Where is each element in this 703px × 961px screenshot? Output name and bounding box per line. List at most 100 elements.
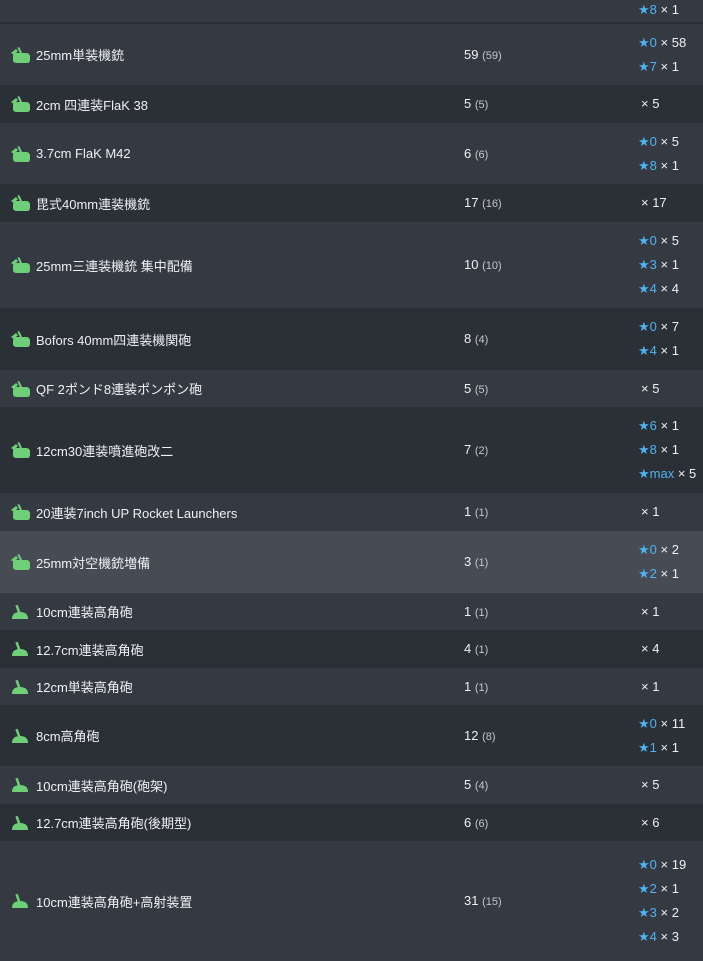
equipment-count: 6 (6) [464,146,488,161]
table-row[interactable]: 12cm単装高角砲 1 (1) × 1 [0,668,703,705]
equipment-count: 10 (10) [464,257,502,272]
improvement-line: ★0 × 19 [638,853,703,877]
table-row[interactable]: 12cm30連装噴進砲改二 7 (2) ★6 × 1 ★8 × 1 ★max × 5 [0,407,703,493]
table-row[interactable]: 8cm高角砲 12 (8) ★0 × 11 ★1 × 1 [0,705,703,766]
improvement-breakdown: ★0 × 58 ★7 × 1 [638,31,703,79]
equipment-count: 5 (4) [464,777,488,792]
star-level: ★0 [638,233,657,248]
table-row[interactable]: 20連装7inch UP Rocket Launchers 1 (1) × 1 [0,493,703,531]
table-row[interactable]: 25mm対空機銃増備 3 (1) ★0 × 2 ★2 × 1 [0,531,703,593]
improvement-line: × 5 [638,775,703,795]
star-quantity: × 5 [660,233,679,248]
improvement-breakdown: × 5 [638,379,703,399]
table-row[interactable]: 3.7cm FlaK M42 6 (6) ★0 × 5 ★8 × 1 [0,123,703,184]
improvement-line: ★3 × 1 [638,253,703,277]
improvement-line: ★7 × 1 [638,55,703,79]
ha-gun-icon [8,677,32,697]
table-row[interactable]: 毘式40mm連装機銃 17 (16) × 17 [0,184,703,222]
star-quantity: × 19 [660,857,687,872]
equipment-name: 25mm対空機銃増備 [36,555,151,571]
unlocked-count: (5) [474,383,489,396]
aa-gun-icon [8,94,32,114]
equipment-count: 12 (8) [464,728,496,743]
table-row[interactable]: 12.7cm連装高角砲 4 (1) × 4 [0,630,703,668]
total-count: 12 [464,727,483,743]
improvement-breakdown: ★0 × 19 ★2 × 1 ★3 × 2 ★4 × 3 [638,853,703,949]
improvement-breakdown: ★0 × 2 ★2 × 1 [638,538,703,586]
equipment-count: 1 (1) [464,504,488,519]
star-quantity: × 1 [660,343,679,358]
improvement-breakdown: × 1 [638,677,703,697]
equipment-name: 8cm高角砲 [36,729,100,744]
improvement-line: ★8 × 1 [638,154,703,178]
table-row[interactable]: QF 2ポンド8連装ポンポン砲 5 (5) × 5 [0,370,703,407]
unlocked-count: (16) [482,198,502,210]
improvement-line: × 17 [638,193,703,213]
improvement-breakdown: × 6 [638,813,703,833]
improvement-breakdown: × 1 [638,602,703,622]
equipment-name: 10cm連装高角砲(砲架) [36,778,168,794]
star-quantity: × 58 [660,34,687,50]
star-quantity: × 2 [660,905,679,920]
unlocked-count: (8) [482,730,496,743]
equipment-count: 17 (16) [464,195,502,210]
star-level: ★8 [638,2,657,17]
equipment-count: 8 (4) [464,331,488,346]
unlocked-count: (6) [474,148,489,161]
unlocked-count: (1) [474,557,489,569]
improvement-line: × 5 [638,379,703,399]
table-row[interactable]: Bofors 40mm四連装機関砲 8 (4) ★0 × 7 ★4 × 1 [0,308,703,370]
improvement-line: ★2 × 1 [638,562,703,586]
total-count: 6 [464,145,475,161]
star-quantity: × 4 [660,281,679,296]
equipment-name-cell: 2cm 四連装FlaK 38 [8,94,458,114]
equipment-name-cell: 10cm連装高角砲 [8,602,458,622]
improvement-line: ★0 × 11 [638,712,703,736]
star-quantity: × 5 [641,777,660,792]
equipment-count: 6 (6) [464,815,488,830]
star-quantity: × 1 [660,257,679,272]
table-row[interactable]: 10cm連装高角砲 1 (1) × 1 [0,593,703,630]
total-count: 1 [464,678,475,694]
table-row[interactable]: 12.7cm連装高角砲(後期型) 6 (6) × 6 [0,804,703,841]
star-level: ★0 [638,857,657,872]
equipment-name: 10cm連装高角砲 [36,605,133,620]
star-level: ★1 [638,739,657,755]
ha-gun-icon [8,813,32,833]
total-count: 17 [464,195,483,210]
equipment-name-cell: 10cm連装高角砲+高射装置 [8,891,458,911]
table-row[interactable]: 10cm連装高角砲+高射装置 31 (15) ★0 × 19 ★2 × 1 ★3 × 2… [0,841,703,961]
equipment-name-cell: 12cm単装高角砲 [8,677,458,697]
equipment-name: 12.7cm連装高角砲 [36,642,144,658]
table-row[interactable]: 25mm単装機銃 59 (59) ★0 × 58 ★7 × 1 [0,24,703,85]
equipment-name-cell: 12cm30連装噴進砲改二 [8,440,458,460]
improvement-breakdown: ★0 × 5 ★8 × 1 [638,130,703,178]
improvement-line: ★0 × 5 [638,130,703,154]
table-row[interactable]: ★8 × 1 [0,0,703,22]
equipment-name-cell: 3.7cm FlaK M42 [8,144,458,164]
equipment-name: 25mm三連装機銃 集中配備 [36,258,193,274]
total-count: 5 [464,96,475,111]
improvement-line: × 1 [638,602,703,622]
star-quantity: × 17 [641,195,667,210]
star-quantity: × 1 [660,881,679,896]
equipment-name: 3.7cm FlaK M42 [36,146,131,161]
total-count: 1 [464,603,475,619]
star-level: ★max [638,466,675,481]
aa-gun-icon [8,379,32,399]
improvement-breakdown: × 5 [638,94,703,114]
star-level: ★2 [638,566,657,581]
star-level: ★0 [638,715,657,731]
improvement-breakdown: ★0 × 11 ★1 × 1 [638,712,703,760]
table-row[interactable]: 2cm 四連装FlaK 38 5 (5) × 5 [0,85,703,123]
equipment-count: 5 (5) [464,381,488,396]
improvement-breakdown: ★0 × 7 ★4 × 1 [638,315,703,363]
table-row[interactable]: 25mm三連装機銃 集中配備 10 (10) ★0 × 5 ★3 × 1 ★4 × 4 [0,222,703,308]
star-level: ★8 [638,442,657,457]
aa-gun-icon [8,193,32,213]
unlocked-count: (5) [474,99,489,111]
table-row[interactable]: 10cm連装高角砲(砲架) 5 (4) × 5 [0,766,703,804]
equipment-name-cell: 8cm高角砲 [8,726,458,746]
star-level: ★0 [638,542,657,557]
equipment-count: 3 (1) [464,554,488,569]
